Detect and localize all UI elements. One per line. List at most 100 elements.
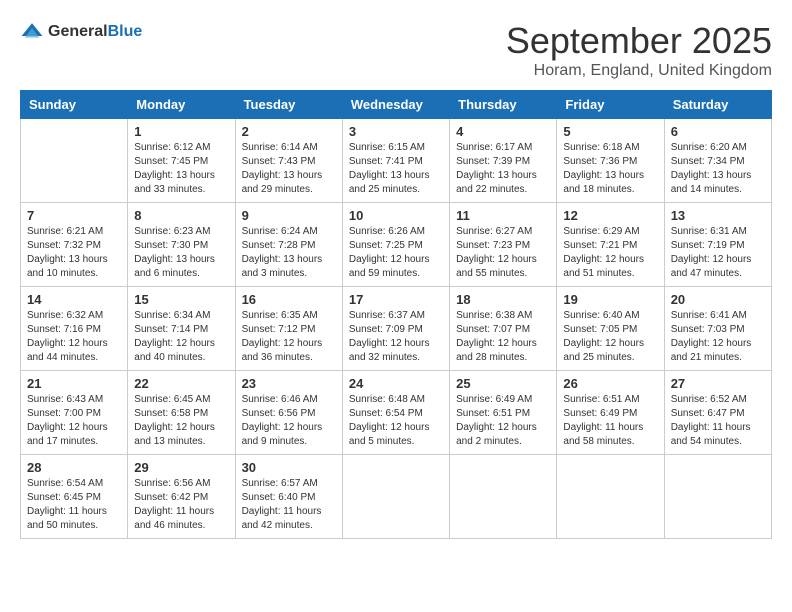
- day-info: Sunrise: 6:57 AM Sunset: 6:40 PM Dayligh…: [242, 477, 336, 533]
- day-info: Sunrise: 6:29 AM Sunset: 7:21 PM Dayligh…: [563, 225, 657, 281]
- day-info: Sunrise: 6:51 AM Sunset: 6:49 PM Dayligh…: [563, 393, 657, 449]
- location-title: Horam, England, United Kingdom: [506, 62, 772, 80]
- day-info: Sunrise: 6:32 AM Sunset: 7:16 PM Dayligh…: [27, 309, 121, 365]
- calendar-day-cell: 18 Sunrise: 6:38 AM Sunset: 7:07 PM Dayli…: [450, 287, 557, 371]
- day-info: Sunrise: 6:56 AM Sunset: 6:42 PM Dayligh…: [134, 477, 228, 533]
- calendar-week-row: 28 Sunrise: 6:54 AM Sunset: 6:45 PM Dayli…: [21, 455, 772, 539]
- calendar-day-cell: 15 Sunrise: 6:34 AM Sunset: 7:14 PM Dayli…: [128, 287, 235, 371]
- calendar-day-cell: 23 Sunrise: 6:46 AM Sunset: 6:56 PM Dayli…: [235, 371, 342, 455]
- calendar-day-cell: 27 Sunrise: 6:52 AM Sunset: 6:47 PM Dayli…: [664, 371, 771, 455]
- day-number: 3: [349, 124, 443, 139]
- day-number: 15: [134, 292, 228, 307]
- day-number: 5: [563, 124, 657, 139]
- day-info: Sunrise: 6:35 AM Sunset: 7:12 PM Dayligh…: [242, 309, 336, 365]
- calendar-day-cell: [21, 119, 128, 203]
- day-number: 29: [134, 460, 228, 475]
- calendar-day-cell: 1 Sunrise: 6:12 AM Sunset: 7:45 PM Daylig…: [128, 119, 235, 203]
- day-info: Sunrise: 6:46 AM Sunset: 6:56 PM Dayligh…: [242, 393, 336, 449]
- calendar-day-cell: [557, 455, 664, 539]
- weekday-header: Sunday: [21, 91, 128, 119]
- day-number: 21: [27, 376, 121, 391]
- day-info: Sunrise: 6:48 AM Sunset: 6:54 PM Dayligh…: [349, 393, 443, 449]
- day-info: Sunrise: 6:41 AM Sunset: 7:03 PM Dayligh…: [671, 309, 765, 365]
- calendar-day-cell: 7 Sunrise: 6:21 AM Sunset: 7:32 PM Daylig…: [21, 203, 128, 287]
- weekday-header: Friday: [557, 91, 664, 119]
- day-number: 26: [563, 376, 657, 391]
- calendar-day-cell: 14 Sunrise: 6:32 AM Sunset: 7:16 PM Dayli…: [21, 287, 128, 371]
- calendar-day-cell: 2 Sunrise: 6:14 AM Sunset: 7:43 PM Daylig…: [235, 119, 342, 203]
- day-number: 18: [456, 292, 550, 307]
- day-info: Sunrise: 6:24 AM Sunset: 7:28 PM Dayligh…: [242, 225, 336, 281]
- month-title: September 2025: [506, 20, 772, 62]
- day-info: Sunrise: 6:45 AM Sunset: 6:58 PM Dayligh…: [134, 393, 228, 449]
- day-number: 4: [456, 124, 550, 139]
- day-info: Sunrise: 6:15 AM Sunset: 7:41 PM Dayligh…: [349, 141, 443, 197]
- calendar-day-cell: 4Sunrise: 6:17 AM Sunset: 7:39 PM Daylig…: [450, 119, 557, 203]
- day-info: Sunrise: 6:38 AM Sunset: 7:07 PM Dayligh…: [456, 309, 550, 365]
- day-number: 14: [27, 292, 121, 307]
- day-info: Sunrise: 6:43 AM Sunset: 7:00 PM Dayligh…: [27, 393, 121, 449]
- day-number: 20: [671, 292, 765, 307]
- day-info: Sunrise: 6:12 AM Sunset: 7:45 PM Dayligh…: [134, 141, 228, 197]
- day-info: Sunrise: 6:34 AM Sunset: 7:14 PM Dayligh…: [134, 309, 228, 365]
- day-number: 2: [242, 124, 336, 139]
- day-info: Sunrise: 6:20 AM Sunset: 7:34 PM Dayligh…: [671, 141, 765, 197]
- day-number: 28: [27, 460, 121, 475]
- day-number: 23: [242, 376, 336, 391]
- calendar-day-cell: 13Sunrise: 6:31 AM Sunset: 7:19 PM Dayli…: [664, 203, 771, 287]
- day-number: 10: [349, 208, 443, 223]
- calendar-table: SundayMondayTuesdayWednesdayThursdayFrid…: [20, 90, 772, 539]
- calendar-day-cell: 8Sunrise: 6:23 AM Sunset: 7:30 PM Daylig…: [128, 203, 235, 287]
- weekday-header: Monday: [128, 91, 235, 119]
- calendar-day-cell: 25Sunrise: 6:49 AM Sunset: 6:51 PM Dayli…: [450, 371, 557, 455]
- page-header: GeneralBlue September 2025 Horam, Englan…: [20, 20, 772, 80]
- calendar-day-cell: 12 Sunrise: 6:29 AM Sunset: 7:21 PM Dayli…: [557, 203, 664, 287]
- calendar-day-cell: 16Sunrise: 6:35 AM Sunset: 7:12 PM Dayli…: [235, 287, 342, 371]
- day-info: Sunrise: 6:26 AM Sunset: 7:25 PM Dayligh…: [349, 225, 443, 281]
- logo-general: General: [48, 23, 108, 40]
- day-number: 6: [671, 124, 765, 139]
- day-info: Sunrise: 6:21 AM Sunset: 7:32 PM Dayligh…: [27, 225, 121, 281]
- calendar-day-cell: 3 Sunrise: 6:15 AM Sunset: 7:41 PM Daylig…: [342, 119, 449, 203]
- day-number: 27: [671, 376, 765, 391]
- day-number: 19: [563, 292, 657, 307]
- calendar-day-cell: 20 Sunrise: 6:41 AM Sunset: 7:03 PM Dayli…: [664, 287, 771, 371]
- calendar-week-row: 7 Sunrise: 6:21 AM Sunset: 7:32 PM Daylig…: [21, 203, 772, 287]
- calendar-day-cell: 30Sunrise: 6:57 AM Sunset: 6:40 PM Dayli…: [235, 455, 342, 539]
- calendar-day-cell: 6 Sunrise: 6:20 AM Sunset: 7:34 PM Daylig…: [664, 119, 771, 203]
- day-info: Sunrise: 6:18 AM Sunset: 7:36 PM Dayligh…: [563, 141, 657, 197]
- day-info: Sunrise: 6:31 AM Sunset: 7:19 PM Dayligh…: [671, 225, 765, 281]
- calendar-day-cell: 11 Sunrise: 6:27 AM Sunset: 7:23 PM Dayli…: [450, 203, 557, 287]
- calendar-day-cell: 10 Sunrise: 6:26 AM Sunset: 7:25 PM Dayli…: [342, 203, 449, 287]
- day-info: Sunrise: 6:52 AM Sunset: 6:47 PM Dayligh…: [671, 393, 765, 449]
- day-info: Sunrise: 6:27 AM Sunset: 7:23 PM Dayligh…: [456, 225, 550, 281]
- day-number: 1: [134, 124, 228, 139]
- day-info: Sunrise: 6:37 AM Sunset: 7:09 PM Dayligh…: [349, 309, 443, 365]
- day-number: 24: [349, 376, 443, 391]
- calendar-day-cell: 19 Sunrise: 6:40 AM Sunset: 7:05 PM Dayli…: [557, 287, 664, 371]
- calendar-day-cell: 28 Sunrise: 6:54 AM Sunset: 6:45 PM Dayli…: [21, 455, 128, 539]
- logo-blue: Blue: [108, 23, 143, 40]
- calendar-week-row: 21 Sunrise: 6:43 AM Sunset: 7:00 PM Dayli…: [21, 371, 772, 455]
- weekday-header: Saturday: [664, 91, 771, 119]
- weekday-header: Tuesday: [235, 91, 342, 119]
- weekday-header: Wednesday: [342, 91, 449, 119]
- day-number: 11: [456, 208, 550, 223]
- day-info: Sunrise: 6:14 AM Sunset: 7:43 PM Dayligh…: [242, 141, 336, 197]
- day-info: Sunrise: 6:23 AM Sunset: 7:30 PM Dayligh…: [134, 225, 228, 281]
- day-number: 12: [563, 208, 657, 223]
- day-info: Sunrise: 6:40 AM Sunset: 7:05 PM Dayligh…: [563, 309, 657, 365]
- calendar-week-row: 14 Sunrise: 6:32 AM Sunset: 7:16 PM Dayli…: [21, 287, 772, 371]
- day-number: 9: [242, 208, 336, 223]
- day-info: Sunrise: 6:54 AM Sunset: 6:45 PM Dayligh…: [27, 477, 121, 533]
- weekday-header: Thursday: [450, 91, 557, 119]
- calendar-day-cell: 5 Sunrise: 6:18 AM Sunset: 7:36 PM Daylig…: [557, 119, 664, 203]
- calendar-day-cell: [450, 455, 557, 539]
- calendar-day-cell: 29 Sunrise: 6:56 AM Sunset: 6:42 PM Dayli…: [128, 455, 235, 539]
- calendar-day-cell: 9 Sunrise: 6:24 AM Sunset: 7:28 PM Daylig…: [235, 203, 342, 287]
- calendar-day-cell: 22Sunrise: 6:45 AM Sunset: 6:58 PM Dayli…: [128, 371, 235, 455]
- day-number: 7: [27, 208, 121, 223]
- calendar-day-cell: 24 Sunrise: 6:48 AM Sunset: 6:54 PM Dayli…: [342, 371, 449, 455]
- logo-icon: [20, 20, 44, 44]
- calendar-day-cell: 21 Sunrise: 6:43 AM Sunset: 7:00 PM Dayli…: [21, 371, 128, 455]
